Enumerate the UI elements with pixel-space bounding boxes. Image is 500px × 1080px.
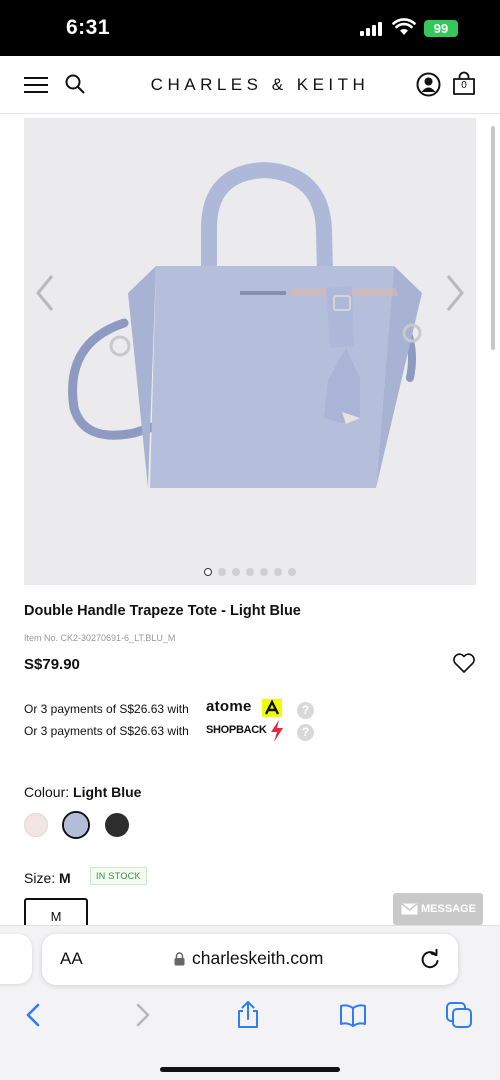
colour-label: Colour: Light Blue (24, 784, 141, 800)
menu-icon[interactable] (24, 77, 48, 93)
gallery-dot[interactable] (288, 567, 296, 576)
selected-colour: Light Blue (73, 784, 142, 800)
gallery-dot[interactable] (274, 567, 282, 576)
gallery-dot[interactable] (246, 567, 254, 576)
product-price: S$79.90 (24, 656, 80, 673)
share-icon[interactable] (234, 1001, 262, 1029)
product-image-gallery[interactable] (24, 118, 476, 585)
gallery-dot[interactable] (218, 567, 226, 576)
colour-label-text: Colour: (24, 784, 70, 800)
atome-help-icon[interactable]: ? (297, 702, 314, 719)
message-label: MESSAGE (421, 903, 477, 915)
brand-logo[interactable]: CHARLES & KEITH (120, 75, 400, 95)
cellular-signal-icon (360, 22, 384, 36)
account-icon[interactable] (416, 72, 441, 97)
gallery-dot[interactable] (204, 567, 212, 576)
message-button[interactable]: MESSAGE (393, 893, 483, 925)
colour-swatch-blush[interactable] (24, 813, 48, 837)
mail-icon (401, 903, 418, 915)
gallery-dots (24, 563, 476, 576)
status-time: 6:31 (66, 16, 111, 39)
atome-logo[interactable]: atome (206, 698, 252, 715)
address-bar[interactable]: AA charleskeith.com (42, 934, 458, 985)
product-image (68, 161, 422, 488)
colour-swatch-black[interactable] (105, 813, 129, 837)
previous-tab-preview[interactable] (0, 934, 32, 984)
reader-options-button[interactable]: AA (60, 949, 83, 969)
browser-toolbar: AA charleskeith.com (0, 925, 500, 1080)
installment-text: Or 3 payments of S$26.63 with (24, 724, 189, 738)
reload-icon[interactable] (419, 948, 441, 970)
page-scrollbar[interactable] (491, 126, 495, 350)
tabs-icon[interactable] (445, 1001, 473, 1029)
size-label-text: Size: (24, 870, 56, 886)
installment-text: Or 3 payments of S$26.63 with (24, 702, 189, 716)
wishlist-heart-icon[interactable] (452, 652, 476, 674)
selected-size: M (59, 870, 71, 886)
next-image-arrow[interactable] (440, 268, 470, 318)
size-option-m[interactable]: M (24, 898, 88, 928)
stock-badge: IN STOCK (90, 867, 147, 885)
home-indicator (160, 1067, 340, 1072)
url-text[interactable]: charleskeith.com (192, 948, 323, 969)
battery-indicator: 99 (424, 20, 458, 37)
gallery-dot[interactable] (232, 567, 240, 576)
atome-logo-mark (262, 699, 282, 717)
shopback-help-icon[interactable]: ? (297, 724, 314, 741)
product-name: Double Handle Trapeze Tote - Light Blue (24, 603, 301, 619)
shopback-logo[interactable]: SHOPBACK (206, 724, 267, 736)
site-header: CHARLES & KEITH 0 (0, 56, 500, 114)
lock-icon (174, 952, 185, 966)
back-icon[interactable] (20, 1001, 48, 1029)
forward-icon[interactable] (128, 1001, 156, 1029)
shopback-bolt-icon (271, 720, 283, 742)
bookmarks-icon[interactable] (339, 1001, 367, 1029)
size-label: Size: M (24, 870, 71, 886)
wifi-icon (392, 18, 416, 35)
colour-swatch-light-blue[interactable] (64, 813, 88, 837)
status-bar: 6:31 99 (0, 0, 500, 56)
bag-count: 0 (461, 80, 467, 91)
gallery-dot[interactable] (260, 567, 268, 576)
item-number: Item No. CK2-30270691-6_LT.BLU_M (24, 633, 176, 643)
search-icon[interactable] (64, 73, 86, 95)
previous-image-arrow[interactable] (30, 268, 60, 318)
